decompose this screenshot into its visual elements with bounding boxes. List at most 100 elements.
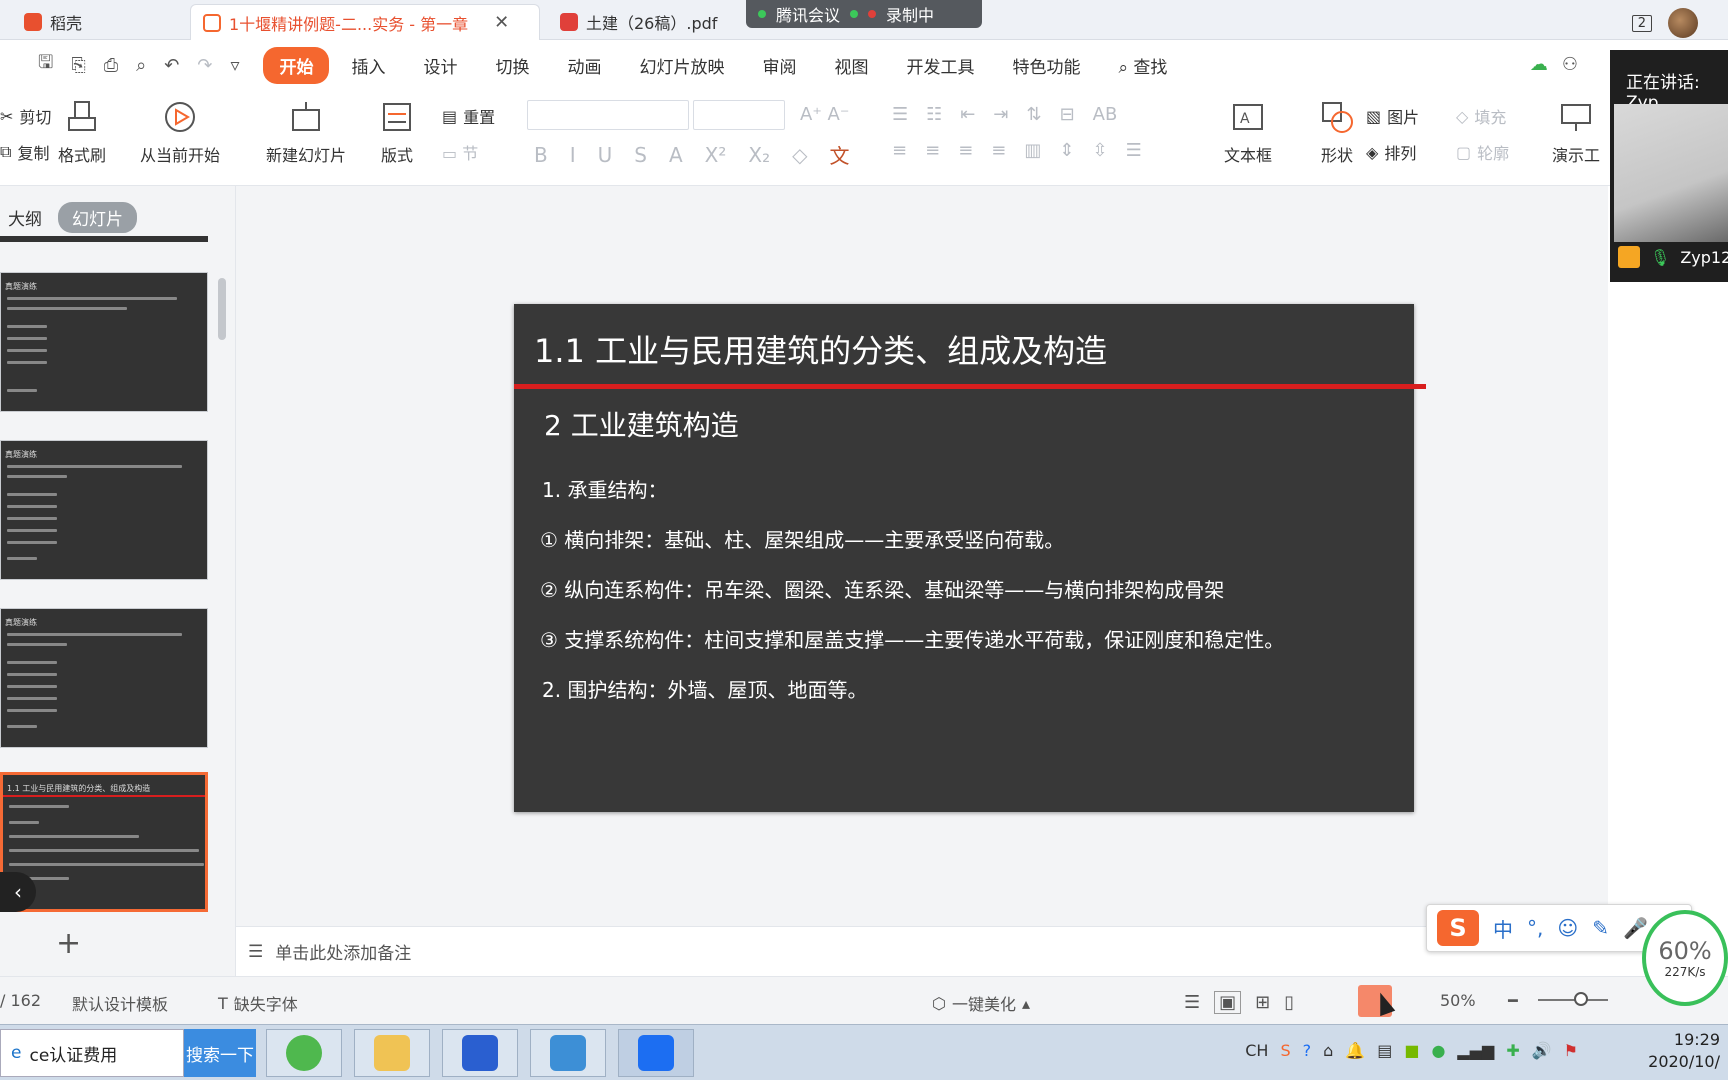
- ime-mode[interactable]: 中: [1493, 914, 1513, 943]
- customize-icon[interactable]: ▿: [230, 55, 239, 76]
- slide-thumbnail[interactable]: 真题演练: [0, 272, 208, 412]
- punctuation-icon[interactable]: °,: [1527, 916, 1543, 940]
- taskbar-search-input[interactable]: e ce认证费用: [0, 1029, 184, 1077]
- font-color-icon[interactable]: A: [669, 143, 683, 167]
- menu-features[interactable]: 特色功能: [996, 47, 1096, 84]
- undo-icon[interactable]: ↶: [164, 55, 179, 76]
- security-icon[interactable]: ✚: [1506, 1041, 1519, 1060]
- save-icon[interactable]: 🖫: [38, 50, 53, 80]
- pen-icon[interactable]: ✎: [1592, 916, 1609, 940]
- notes-area[interactable]: ☰ 单击此处添加备注: [236, 926, 1608, 976]
- italic-icon[interactable]: I: [570, 143, 576, 167]
- clock[interactable]: 19:29 2020/10/: [1648, 1029, 1720, 1073]
- menu-home[interactable]: 开始: [263, 46, 330, 84]
- copy-button[interactable]: ⧉ 复制: [0, 140, 49, 164]
- tab-presentation[interactable]: 1十堰精讲例题-二...实务 - 第一章 ✕: [190, 4, 540, 40]
- emoji-icon[interactable]: ☺: [1557, 916, 1578, 940]
- template-name[interactable]: 默认设计模板: [72, 991, 168, 1015]
- menu-review[interactable]: 审阅: [746, 47, 812, 84]
- cloud-sync-icon[interactable]: ☁: [1530, 54, 1548, 75]
- network-icon[interactable]: ⌂: [1323, 1041, 1333, 1060]
- tab-outline[interactable]: 大纲: [8, 205, 42, 230]
- new-slide-button[interactable]: 新建幻灯片: [266, 100, 346, 166]
- panel-scrollbar[interactable]: [218, 278, 226, 340]
- strikethrough-icon[interactable]: S: [634, 143, 647, 167]
- font-family-select[interactable]: [527, 100, 689, 130]
- menu-view[interactable]: 视图: [818, 47, 884, 84]
- file-explorer-taskbar-icon[interactable]: [354, 1029, 430, 1077]
- wps-taskbar-icon[interactable]: [442, 1029, 518, 1077]
- close-icon[interactable]: ✕: [494, 12, 509, 33]
- subscript-icon[interactable]: X₂: [748, 143, 770, 167]
- justify-icon[interactable]: ≡: [991, 140, 1006, 161]
- zoom-slider[interactable]: [1538, 999, 1608, 1001]
- volume-icon[interactable]: 🔊: [1532, 1041, 1552, 1060]
- text-direction-icon[interactable]: ⇅: [1026, 104, 1041, 125]
- clipboard-icon[interactable]: ▤: [1377, 1041, 1392, 1060]
- increase-indent-icon[interactable]: ⇥: [993, 104, 1008, 125]
- nvidia-icon[interactable]: ■: [1404, 1041, 1419, 1060]
- reset-button[interactable]: ▤ 重置: [442, 104, 495, 128]
- outline-button[interactable]: ▢ 轮廓: [1456, 140, 1509, 164]
- bold-icon[interactable]: B: [534, 143, 548, 167]
- tab-pdf[interactable]: 土建（26稿）.pdf: [548, 4, 729, 40]
- clear-format-icon[interactable]: ◇: [792, 143, 807, 167]
- font-size-select[interactable]: [693, 100, 785, 130]
- meeting-bar[interactable]: 腾讯会议 录制中: [746, 0, 982, 28]
- phonetic-icon[interactable]: 文: [830, 140, 850, 169]
- menu-transition[interactable]: 切换: [479, 47, 545, 84]
- flag-icon[interactable]: ⚑: [1564, 1041, 1578, 1060]
- app-tray-icon[interactable]: ●: [1431, 1041, 1445, 1060]
- slide-thumbnail[interactable]: 真题演练: [0, 608, 208, 748]
- layout-button[interactable]: 版式: [380, 100, 414, 166]
- menu-design[interactable]: 设计: [407, 47, 473, 84]
- export-icon[interactable]: ⎘: [71, 55, 85, 76]
- menu-animation[interactable]: 动画: [551, 47, 617, 84]
- arrange-button[interactable]: ◈ 排列: [1366, 140, 1416, 164]
- paragraph-spacing-icon[interactable]: ⇳: [1092, 140, 1107, 161]
- normal-view-icon[interactable]: ▣: [1214, 991, 1242, 1014]
- align-right-icon[interactable]: ≡: [958, 140, 973, 161]
- menu-insert[interactable]: 插入: [335, 47, 401, 84]
- current-slide[interactable]: 1.1 工业与民用建筑的分类、组成及构造 2 工业建筑构造 1. 承重结构： ①…: [514, 304, 1426, 812]
- text-box-button[interactable]: A 文本框: [1224, 100, 1272, 166]
- convert-icon[interactable]: AB: [1093, 104, 1118, 125]
- menu-slideshow[interactable]: 幻灯片放映: [623, 47, 740, 84]
- shape-button[interactable]: 形状: [1320, 100, 1354, 166]
- help-icon[interactable]: ?: [1303, 1041, 1312, 1060]
- slide-thumbnail[interactable]: 真题演练: [0, 440, 208, 580]
- zoom-slider-handle[interactable]: [1574, 992, 1588, 1006]
- meeting-taskbar-icon[interactable]: [618, 1029, 694, 1077]
- control-panel-taskbar-icon[interactable]: [530, 1029, 606, 1077]
- print-preview-icon[interactable]: ⌕: [136, 55, 146, 76]
- tab-docer[interactable]: 稻壳: [12, 4, 94, 40]
- zoom-out-icon[interactable]: ━: [1508, 991, 1518, 1010]
- superscript-icon[interactable]: X²: [705, 143, 727, 167]
- fill-button[interactable]: ◇ 填充: [1456, 104, 1506, 128]
- avatar[interactable]: [1668, 8, 1698, 38]
- underline-icon[interactable]: U: [598, 143, 613, 167]
- tab-slides[interactable]: 幻灯片: [58, 202, 137, 233]
- signal-icon[interactable]: ▂▄▆: [1457, 1041, 1494, 1060]
- align-left-icon[interactable]: ≡: [892, 140, 907, 161]
- add-slide-icon[interactable]: +: [56, 926, 81, 961]
- sorter-view-icon[interactable]: ⊞: [1255, 992, 1270, 1013]
- language-indicator[interactable]: CH: [1245, 1041, 1268, 1060]
- window-count-badge[interactable]: 2: [1631, 14, 1652, 32]
- reading-view-icon[interactable]: ▯: [1284, 992, 1294, 1013]
- cut-button[interactable]: ✂ 剪切: [0, 104, 51, 128]
- voice-icon[interactable]: 🎤: [1623, 916, 1648, 940]
- share-icon[interactable]: ⚇: [1562, 54, 1578, 75]
- picture-button[interactable]: ▧ 图片: [1366, 104, 1419, 128]
- redo-icon[interactable]: ↷: [197, 55, 212, 76]
- network-monitor[interactable]: 60% 227K/s: [1642, 910, 1728, 1006]
- bell-icon[interactable]: 🔔: [1345, 1041, 1365, 1060]
- bullet-list-icon[interactable]: ☰: [892, 104, 908, 125]
- sogou-icon[interactable]: S: [1280, 1041, 1290, 1060]
- menu-developer[interactable]: 开发工具: [890, 47, 990, 84]
- columns-icon[interactable]: ▥: [1024, 140, 1041, 161]
- presentation-tool-button[interactable]: 演示工: [1552, 100, 1600, 166]
- beautify-button[interactable]: ⬡ 一键美化 ▴: [932, 991, 1030, 1015]
- missing-font-button[interactable]: T 缺失字体: [218, 991, 298, 1015]
- vertical-align-icon[interactable]: ⊟: [1060, 104, 1075, 125]
